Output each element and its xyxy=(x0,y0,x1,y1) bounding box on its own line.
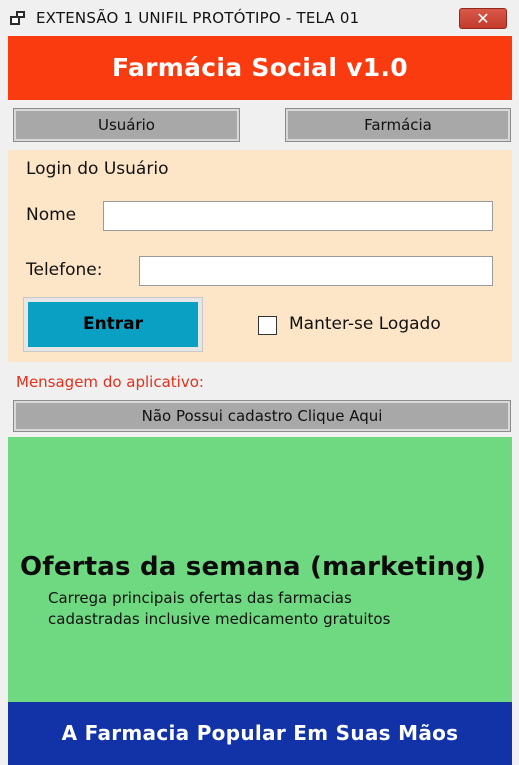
keep-logged-label[interactable]: Manter-se Logado xyxy=(289,314,441,334)
name-label: Nome xyxy=(26,205,77,225)
tab-farmacia[interactable]: Farmácia xyxy=(285,108,511,142)
app-window-icon xyxy=(10,10,26,26)
enter-button[interactable]: Entrar xyxy=(28,302,198,347)
window-title: EXTENSÃO 1 UNIFIL PROTÓTIPO - TELA 01 xyxy=(36,9,360,27)
footer-banner: A Farmacia Popular Em Suas Mãos xyxy=(8,702,512,765)
keep-logged-checkbox[interactable] xyxy=(258,316,277,335)
register-button[interactable]: Não Possui cadastro Clique Aqui xyxy=(13,400,511,432)
login-panel-title: Login do Usuário xyxy=(26,159,169,179)
marketing-description-line: Carrega principais ofertas das farmacias xyxy=(48,589,352,607)
app-header-banner: Farmácia Social v1.0 xyxy=(8,36,512,100)
marketing-description-line: cadastradas inclusive medicamento gratui… xyxy=(48,610,391,628)
phone-input[interactable] xyxy=(139,256,493,286)
close-icon: ✕ xyxy=(476,9,490,28)
marketing-title: Ofertas da semana (marketing) xyxy=(20,552,487,582)
window-close-button[interactable]: ✕ xyxy=(459,8,507,29)
phone-label: Telefone: xyxy=(26,260,103,280)
app-message-label: Mensagem do aplicativo: xyxy=(16,373,204,391)
tab-usuario[interactable]: Usuário xyxy=(13,108,240,142)
name-input[interactable] xyxy=(103,201,493,231)
